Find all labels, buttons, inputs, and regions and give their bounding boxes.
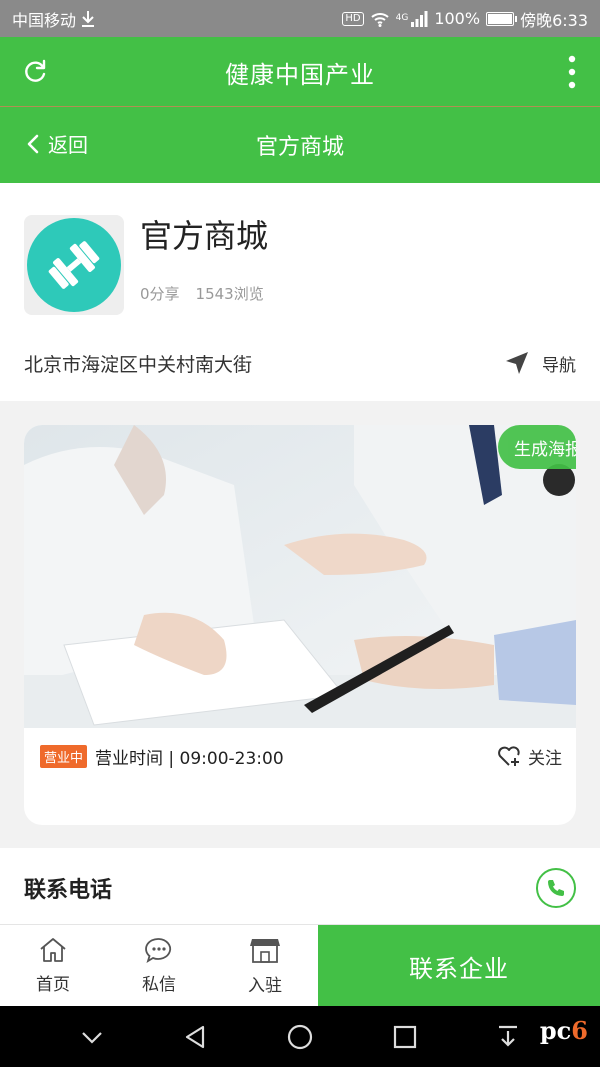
business-hours: 营业时间 | 09:00-23:00 — [95, 748, 284, 769]
carrier-group: 中国移动 — [12, 7, 96, 31]
wifi-icon — [370, 12, 389, 27]
shop-photo — [24, 425, 576, 728]
back-label: 返回 — [48, 133, 88, 157]
navigate-label: 导航 — [542, 355, 576, 376]
shop-logo — [24, 215, 124, 315]
shop-address: 北京市海淀区中关村南大街 — [24, 353, 253, 376]
app-title: 健康中国产业 — [225, 60, 375, 89]
hd-badge: HD — [342, 11, 364, 26]
chevron-down-icon[interactable] — [80, 1029, 104, 1045]
address-row: 北京市海淀区中关村南大街 导航 — [24, 343, 576, 383]
generate-poster-button[interactable]: 生成海报 — [498, 425, 576, 469]
shop-photo-card: 生成海报 营业中 营业时间 | 09:00-23:00 关注 — [24, 425, 576, 825]
watermark-prefix: pc — [539, 1016, 572, 1045]
battery-icon — [486, 11, 518, 26]
watermark-digit: 6 — [571, 1016, 588, 1045]
nav-bar: 返回 官方商城 — [0, 107, 600, 183]
network-type: 4G — [395, 12, 409, 23]
tab-home[interactable]: 首页 — [0, 925, 106, 1006]
home-circle-icon[interactable] — [286, 1023, 314, 1051]
system-nav-bar: pc6 — [0, 1006, 600, 1067]
tab-messages-label: 私信 — [142, 975, 176, 995]
page-title: 官方商城 — [255, 135, 344, 160]
logo-circle — [27, 218, 121, 312]
store-icon — [250, 939, 280, 963]
notification-pull-icon[interactable] — [496, 1024, 520, 1050]
app-bar: 健康中国产业 — [0, 37, 600, 107]
signal-icon — [411, 10, 428, 27]
bottom-tab-bar: 首页 私信 入驻 联系企业 — [0, 924, 600, 1007]
open-status-badge: 营业中 — [40, 744, 88, 768]
chevron-left-icon — [27, 134, 39, 153]
watermark-logo: pc6 — [540, 1016, 588, 1045]
follow-button[interactable]: 关注 — [496, 744, 562, 769]
message-icon — [145, 938, 172, 963]
shop-name: 官方商城 — [140, 217, 269, 255]
tab-messages[interactable]: 私信 — [106, 925, 212, 1006]
navigation-arrow-icon — [506, 352, 528, 374]
status-bar: 中国移动 HD 4G 100% 傍晚6:33 — [0, 0, 600, 37]
clock: 傍晚6:33 — [520, 10, 588, 30]
contact-company-button[interactable]: 联系企业 — [318, 925, 600, 1007]
phone-call-button[interactable] — [536, 868, 576, 908]
tab-home-label: 首页 — [36, 975, 70, 995]
shop-stats: 0分享 1543浏览 — [140, 283, 264, 304]
download-icon — [82, 10, 95, 27]
heart-plus-icon — [498, 746, 520, 766]
phone-icon — [548, 880, 564, 896]
battery-percent: 100% — [434, 9, 481, 28]
view-count: 1543浏览 — [195, 285, 264, 303]
refresh-icon[interactable] — [22, 59, 48, 85]
share-count: 0分享 — [140, 285, 180, 303]
recents-square-icon[interactable] — [393, 1025, 417, 1049]
business-hours-row: 营业中 营业时间 | 09:00-23:00 关注 — [40, 742, 562, 770]
tab-join[interactable]: 入驻 — [212, 925, 318, 1006]
contact-phone-title: 联系电话 — [24, 878, 113, 903]
carrier-label: 中国移动 — [12, 10, 77, 30]
shop-info-card: 官方商城 0分享 1543浏览 北京市海淀区中关村南大街 导航 — [0, 183, 600, 401]
back-button[interactable]: 返回 — [26, 129, 88, 158]
home-icon — [40, 938, 66, 962]
follow-label: 关注 — [528, 748, 562, 769]
status-right-group: HD 4G 100% 傍晚6:33 — [342, 7, 588, 31]
contact-phone-section: 联系电话 — [0, 848, 600, 928]
dumbbell-icon — [48, 241, 100, 289]
more-menu-icon[interactable] — [568, 55, 576, 89]
navigate-button[interactable]: 导航 — [504, 350, 576, 376]
tab-join-label: 入驻 — [248, 976, 282, 996]
back-triangle-icon[interactable] — [183, 1024, 207, 1050]
